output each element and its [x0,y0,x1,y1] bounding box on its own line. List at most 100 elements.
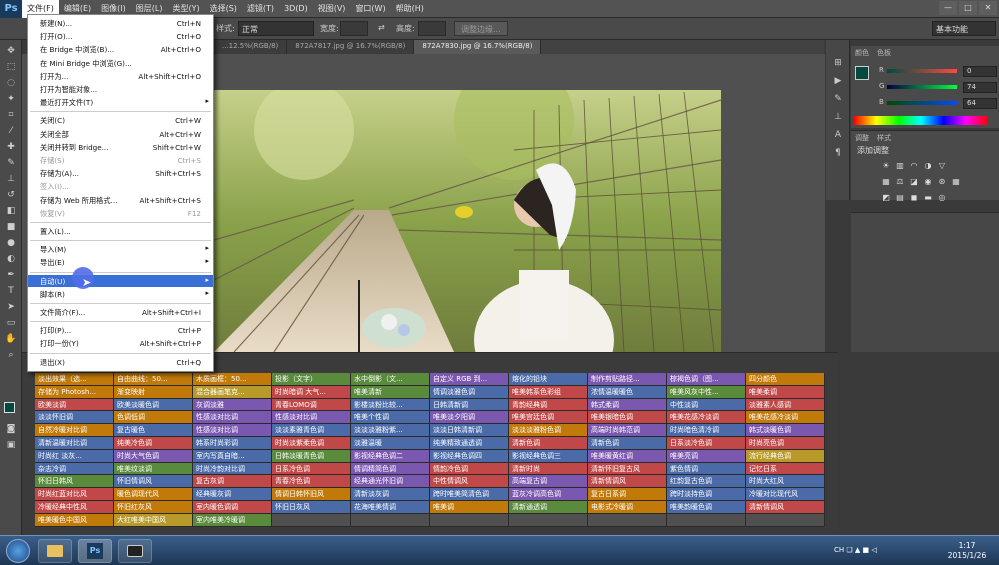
action-button[interactable]: 自由曲线：50... [114,373,193,386]
brightness-icon[interactable]: ☀ [881,161,891,170]
action-button[interactable]: 混合器画笔克... [193,385,272,399]
action-button[interactable]: 熔化的铅块 [509,373,588,386]
action-button[interactable]: 浓情温暖暖色 [588,385,667,399]
action-button[interactable]: 唯美暖色中国风 [35,513,114,527]
action-button[interactable]: 自然冷暖对比调 [35,424,114,437]
action-button[interactable]: 淡淡淡雅粉色调 [509,424,588,437]
action-button[interactable]: 时尚冷韵对比调 [193,462,272,476]
action-button[interactable]: 时尚暗色清冷调 [667,424,746,437]
action-button[interactable]: 棕褐色调（图... [667,373,746,386]
file-menu-item[interactable]: 关闭并转到 Bridge... Shift+Ctrl+W [28,141,213,153]
eraser-tool-icon[interactable]: ◧ [3,204,19,218]
action-button[interactable]: 唯美宫廷色调 [509,411,588,425]
action-button[interactable]: 日系淡冷色调 [667,436,746,450]
history-brush-icon[interactable]: ↺ [3,188,19,202]
photoshop-taskbar-icon[interactable]: Ps [78,539,112,563]
action-button[interactable]: 唯美花感冷淡调 [667,411,746,425]
marquee-tool-icon[interactable]: ⬚ [3,60,19,74]
action-button[interactable]: 冷暖对比现代风 [746,488,825,501]
green-slider[interactable]: G 74 [879,82,997,93]
action-button[interactable]: 淡淡怀旧调 [35,411,114,425]
tab-doc-1[interactable]: ...12.5%(RGB/8) [214,40,288,54]
color-balance-icon[interactable]: ⚖ [895,177,905,186]
file-menu-item[interactable]: 打开为... Alt+Shift+Ctrl+O [28,70,213,82]
action-button[interactable]: 蓝灰冷调高色调 [509,488,588,501]
action-button[interactable]: 情调淡雅色调 [430,385,509,399]
magic-wand-icon[interactable]: ✦ [3,92,19,106]
action-button[interactable]: 唯美纹淡调 [114,462,193,476]
action-button[interactable]: 欧美淡暖色调 [114,398,193,412]
crop-tool-icon[interactable]: ⌗ [3,108,19,122]
action-button[interactable]: 流行经典色调 [746,449,825,463]
action-button[interactable]: 淡淡素雅青色调 [272,424,351,437]
action-button[interactable]: 室内写真自暗... [193,449,272,463]
levels-icon[interactable]: ▥ [895,161,905,170]
menu-9[interactable]: 窗口(W) [350,0,390,18]
action-button[interactable]: 电影式冷暖调 [588,500,667,514]
path-select-icon[interactable]: ➤ [3,300,19,314]
selective-color-icon[interactable]: ◎ [937,193,947,202]
actions-panel-icon[interactable]: ▶ [831,76,845,88]
invert-icon[interactable]: ◩ [881,193,891,202]
action-button[interactable]: 唯美淡夕阳调 [430,411,509,425]
tab-doc-3[interactable]: 872A7830.jpg @ 16.7%(RGB/8) [414,40,542,54]
action-button[interactable]: 经典通光怀旧调 [351,475,430,489]
color-fg-swatch[interactable] [855,66,869,80]
maximize-button[interactable]: □ [959,1,977,15]
screen-mode-icon[interactable]: ▣ [3,438,19,452]
action-button[interactable]: 时尚红蓝对比风 [35,488,114,501]
action-button[interactable]: 淡淡日韩清新调 [430,424,509,437]
action-button[interactable]: 自定义 RGB 到... [430,373,509,386]
action-button[interactable]: 色调低调 [114,411,193,425]
paragraph-panel-icon[interactable]: ¶ [831,148,845,160]
explorer-taskbar-icon[interactable] [38,539,72,563]
action-button[interactable]: 日韩淡暖青色调 [272,449,351,463]
action-button[interactable]: 杂志冷调 [35,462,114,476]
tab-doc-2[interactable]: 872A7817.jpg @ 16.7%(RGB/8) [287,40,415,54]
action-button[interactable]: 复古灰调 [193,475,272,489]
action-button[interactable]: 清新色调 [588,436,667,450]
swap-icon[interactable]: ⇄ [378,23,385,32]
action-button[interactable]: 淡雅温暖 [351,436,430,450]
healing-brush-icon[interactable]: ✚ [3,140,19,154]
action-button[interactable]: 影视经典色调三 [509,449,588,463]
action-button[interactable]: 清新色调 [509,436,588,450]
hand-tool-icon[interactable]: ✋ [3,332,19,346]
action-button[interactable]: 唯美清新 [351,385,430,399]
action-button[interactable]: 韩系时尚彩调 [193,436,272,450]
file-menu-item[interactable]: 导入(M) ▸ [28,243,213,255]
action-button[interactable]: 花海唯美情调 [351,500,430,514]
action-button[interactable]: 木质画框：50... [193,373,272,386]
menu-8[interactable]: 视图(V) [313,0,351,18]
action-button[interactable]: 时尚大气色调 [114,449,193,463]
history-panel-icon[interactable]: ⊞ [831,58,845,70]
style-select[interactable]: 正常 [238,21,314,36]
action-button[interactable]: 时尚红 淡灰... [35,449,114,463]
tab-color[interactable]: 颜色 [855,48,869,58]
character-panel-icon[interactable]: A [831,130,845,142]
dodge-tool-icon[interactable]: ◐ [3,252,19,266]
action-button[interactable]: 唯美风灰中性... [667,385,746,399]
action-button[interactable]: 灰调淡雅 [193,398,272,412]
action-button[interactable]: 怀旧情调风 [114,475,193,489]
action-button[interactable]: 经典暖灰调 [193,488,272,501]
green-value[interactable]: 74 [963,82,997,93]
action-button[interactable]: 韩式柔调 [588,398,667,412]
tab-swatches[interactable]: 色板 [877,48,891,58]
action-button[interactable]: 怀旧红灰风 [114,500,193,514]
file-menu-item[interactable]: 在 Bridge 中浏览(B)... Alt+Ctrl+O [28,43,213,55]
brush-tool-icon[interactable]: ✎ [3,156,19,170]
file-menu-item[interactable]: 置入(L)... [28,225,213,237]
action-button[interactable]: 四分颜色 [746,373,825,386]
file-menu-item[interactable]: 新建(N)... Ctrl+N [28,17,213,29]
action-button[interactable]: 青春冷色调 [272,475,351,489]
color-lookup-icon[interactable]: ▦ [951,177,961,186]
file-menu-item[interactable]: 打印一份(Y) Alt+Shift+Ctrl+P [28,337,213,349]
zoom-tool-icon[interactable]: ⌕ [3,348,19,362]
action-button[interactable]: 性感淡对比调 [193,424,272,437]
photo-filter-icon[interactable]: ◉ [923,177,933,186]
action-button[interactable]: 水中倒影（文... [351,373,430,386]
action-button[interactable]: 跨时唯美简清色调 [430,488,509,501]
file-menu-item[interactable]: 最近打开文件(T) ▸ [28,96,213,108]
action-button[interactable]: 性感淡对比调 [193,411,272,425]
